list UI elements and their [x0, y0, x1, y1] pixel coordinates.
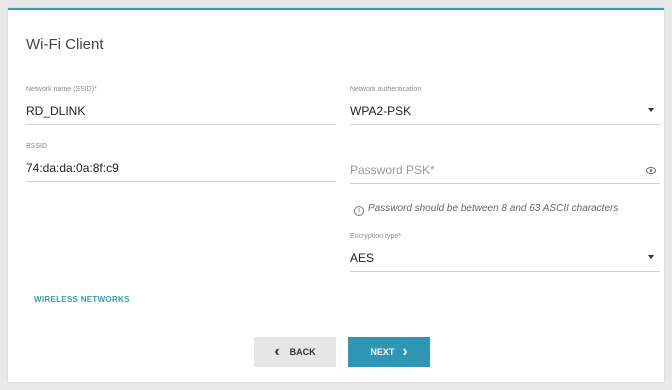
bssid-field[interactable]: BSSID 74:da:da:0a:8f:c9 — [26, 143, 336, 187]
wireless-networks-link[interactable]: WIRELESS NETWORKS — [34, 295, 130, 304]
password-hint-text: Password should be between 8 and 63 ASCI… — [368, 203, 619, 214]
next-button[interactable]: NEXT › — [348, 337, 430, 367]
ssid-underline — [26, 124, 336, 125]
bssid-value[interactable]: 74:da:da:0a:8f:c9 — [26, 161, 119, 175]
eye-icon[interactable] — [646, 167, 656, 174]
chevron-down-icon[interactable] — [648, 255, 654, 259]
back-button[interactable]: ‹ BACK — [254, 337, 336, 367]
encryption-type-value: AES — [350, 251, 375, 265]
page-title: Wi-Fi Client — [26, 36, 104, 53]
password-hint: i Password should be between 8 and 63 ASC… — [354, 203, 618, 216]
encryption-type-underline — [350, 271, 660, 272]
network-authentication-label: Network authentication — [350, 86, 422, 93]
network-authentication-value: WPA2-PSK — [350, 104, 412, 118]
network-authentication-underline — [350, 124, 660, 125]
bssid-label: BSSID — [26, 143, 48, 150]
password-psk-placeholder[interactable]: Password PSK* — [350, 163, 435, 177]
encryption-type-select[interactable]: Encryption type* AES — [350, 233, 660, 277]
back-button-label: BACK — [289, 347, 316, 357]
chevron-down-icon[interactable] — [648, 108, 654, 112]
network-authentication-select[interactable]: Network authentication WPA2-PSK — [350, 86, 660, 130]
encryption-type-label: Encryption type* — [350, 233, 401, 240]
chevron-right-icon: › — [402, 343, 408, 360]
ssid-label: Network name (SSID)* — [26, 86, 97, 93]
wifi-client-panel — [8, 8, 664, 382]
ssid-value[interactable]: RD_DLINK — [26, 104, 85, 118]
bssid-underline — [26, 181, 336, 182]
chevron-left-icon: ‹ — [274, 343, 280, 360]
info-icon: i — [354, 206, 364, 216]
password-psk-underline — [350, 183, 660, 184]
ssid-field[interactable]: Network name (SSID)* RD_DLINK — [26, 86, 336, 130]
password-psk-field[interactable]: Password PSK* — [350, 155, 660, 189]
next-button-label: NEXT — [370, 347, 395, 357]
